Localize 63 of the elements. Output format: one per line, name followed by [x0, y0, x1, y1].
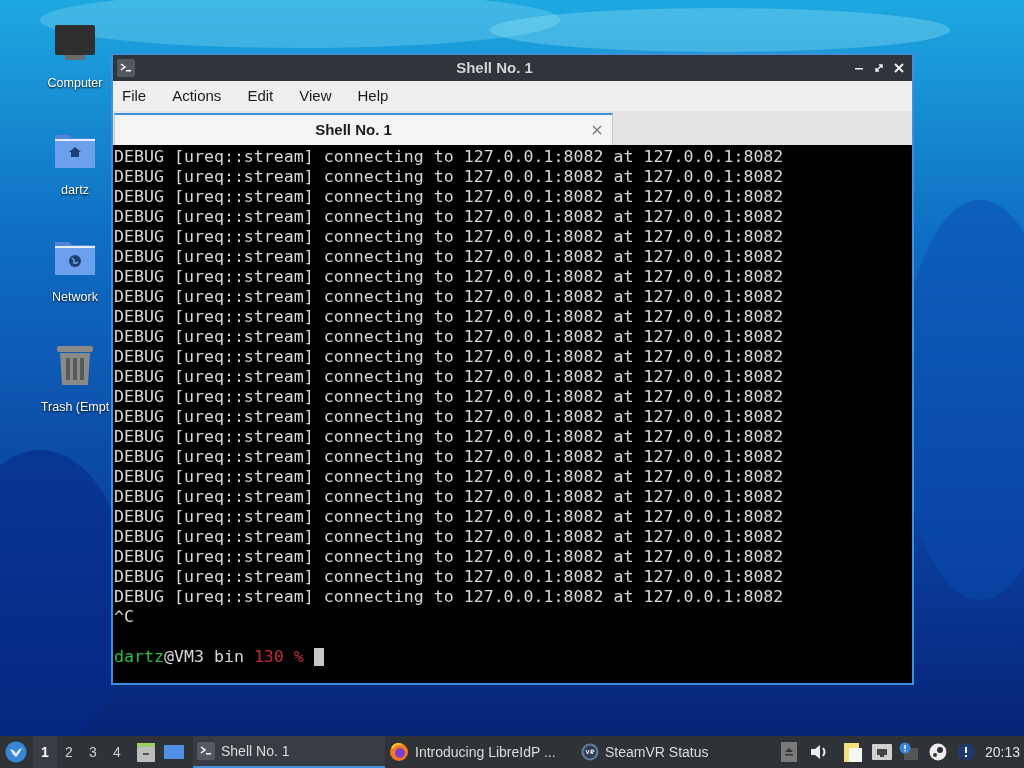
menu-item[interactable]: View [299, 84, 332, 108]
terminal-area[interactable] [113, 145, 912, 683]
alert-icon[interactable] [956, 743, 975, 761]
task-button[interactable]: SteamVR Status [577, 736, 737, 768]
terminal-line: DEBUG [ureq::stream] connecting to 127.0.0.1:8082 at 127.0.0.1:8082 [114, 187, 785, 207]
fox-globe-icon [389, 742, 409, 762]
window-title: Shell No. 1 [455, 57, 534, 78]
terminal-line: DEBUG [ureq::stream] connecting to 127.0.0.1:8082 at 127.0.0.1:8082 [114, 327, 785, 347]
clipboard-icon[interactable] [842, 741, 863, 763]
maximize-icon[interactable] [874, 63, 884, 73]
terminal-line: DEBUG [ureq::stream] connecting to 127.0.0.1:8082 at 127.0.0.1:8082 [114, 247, 785, 267]
workspace-button[interactable]: 3 [81, 736, 105, 768]
workspace-button[interactable]: 4 [105, 736, 129, 768]
terminal-line: DEBUG [ureq::stream] connecting to 127.0.0.1:8082 at 127.0.0.1:8082 [114, 527, 785, 547]
prompt-user: dartz [114, 647, 164, 667]
exit-status: 130 % [253, 647, 304, 667]
terminal-line: DEBUG [ureq::stream] connecting to 127.0.0.1:8082 at 127.0.0.1:8082 [114, 587, 785, 607]
desktop-icon-label[interactable]: Trash (Empt [40, 398, 110, 417]
terminal-line: DEBUG [ureq::stream] connecting to 127.0.0.1:8082 at 127.0.0.1:8082 [114, 507, 785, 527]
clock[interactable]: 20:13 [984, 741, 1020, 763]
terminal-icon [197, 742, 215, 760]
terminal-line: DEBUG [ureq::stream] connecting to 127.0.0.1:8082 at 127.0.0.1:8082 [114, 267, 785, 287]
prompt-host: @VM3 bin [163, 647, 244, 667]
desktop-icon-label[interactable]: Network [52, 287, 98, 307]
terminal-line: ^C [114, 607, 135, 627]
menu-item[interactable]: Help [357, 84, 389, 108]
terminal-line: DEBUG [ureq::stream] connecting to 127.0.0.1:8082 at 127.0.0.1:8082 [114, 207, 785, 227]
menu-item[interactable]: Edit [247, 84, 274, 108]
terminal-line: DEBUG [ureq::stream] connecting to 127.0.0.1:8082 at 127.0.0.1:8082 [114, 407, 785, 427]
terminal-line: DEBUG [ureq::stream] connecting to 127.0.0.1:8082 at 127.0.0.1:8082 [114, 307, 785, 327]
terminal-line: DEBUG [ureq::stream] connecting to 127.0.0.1:8082 at 127.0.0.1:8082 [114, 167, 785, 187]
network-port-icon[interactable] [870, 743, 893, 761]
terminal-line: DEBUG [ureq::stream] connecting to 127.0.0.1:8082 at 127.0.0.1:8082 [114, 487, 785, 507]
terminal-line: DEBUG [ureq::stream] connecting to 127.0.0.1:8082 at 127.0.0.1:8082 [114, 227, 785, 247]
terminal-line: DEBUG [ureq::stream] connecting to 127.0.0.1:8082 at 127.0.0.1:8082 [114, 467, 785, 487]
terminal-line: DEBUG [ureq::stream] connecting to 127.0.0.1:8082 at 127.0.0.1:8082 [114, 147, 785, 167]
terminal-line: DEBUG [ureq::stream] connecting to 127.0.0.1:8082 at 127.0.0.1:8082 [114, 427, 785, 447]
workspace-button[interactable]: 1 [33, 736, 57, 768]
workspace-button[interactable]: 2 [57, 736, 81, 768]
terminal-line: DEBUG [ureq::stream] connecting to 127.0.0.1:8082 at 127.0.0.1:8082 [114, 347, 785, 367]
eject-icon[interactable] [780, 742, 797, 762]
monitor-icon [54, 24, 96, 62]
tab[interactable]: Shell No. 1 [114, 113, 613, 145]
file-cabinet-icon[interactable] [135, 741, 157, 763]
menu-item[interactable]: Actions [172, 84, 222, 108]
task-button[interactable]: Shell No. 1 [193, 736, 385, 768]
terminal-line: DEBUG [ureq::stream] connecting to 127.0.0.1:8082 at 127.0.0.1:8082 [114, 447, 785, 467]
desktop-icon-label[interactable]: dartz [61, 180, 89, 200]
menu-item[interactable]: File [122, 84, 147, 108]
terminal-icon [117, 59, 135, 77]
text-cursor [313, 648, 324, 666]
terminal-line: DEBUG [ureq::stream] connecting to 127.0.0.1:8082 at 127.0.0.1:8082 [114, 387, 785, 407]
task-button[interactable]: Introducing LibreIdP ... [385, 736, 577, 768]
terminal-line: DEBUG [ureq::stream] connecting to 127.0.0.1:8082 at 127.0.0.1:8082 [114, 287, 785, 307]
terminal-line: DEBUG [ureq::stream] connecting to 127.0.0.1:8082 at 127.0.0.1:8082 [114, 567, 785, 587]
trash-icon [56, 344, 94, 387]
terminal-line: DEBUG [ureq::stream] connecting to 127.0.0.1:8082 at 127.0.0.1:8082 [114, 367, 785, 387]
terminal-line: DEBUG [ureq::stream] connecting to 127.0.0.1:8082 at 127.0.0.1:8082 [114, 547, 785, 567]
bird-logo-icon[interactable] [5, 741, 27, 763]
vr-badge-icon [581, 743, 599, 761]
alert-screen-icon[interactable] [898, 742, 919, 762]
steam-logo-icon[interactable] [928, 743, 947, 761]
tab-label: Shell No. 1 [314, 119, 393, 140]
